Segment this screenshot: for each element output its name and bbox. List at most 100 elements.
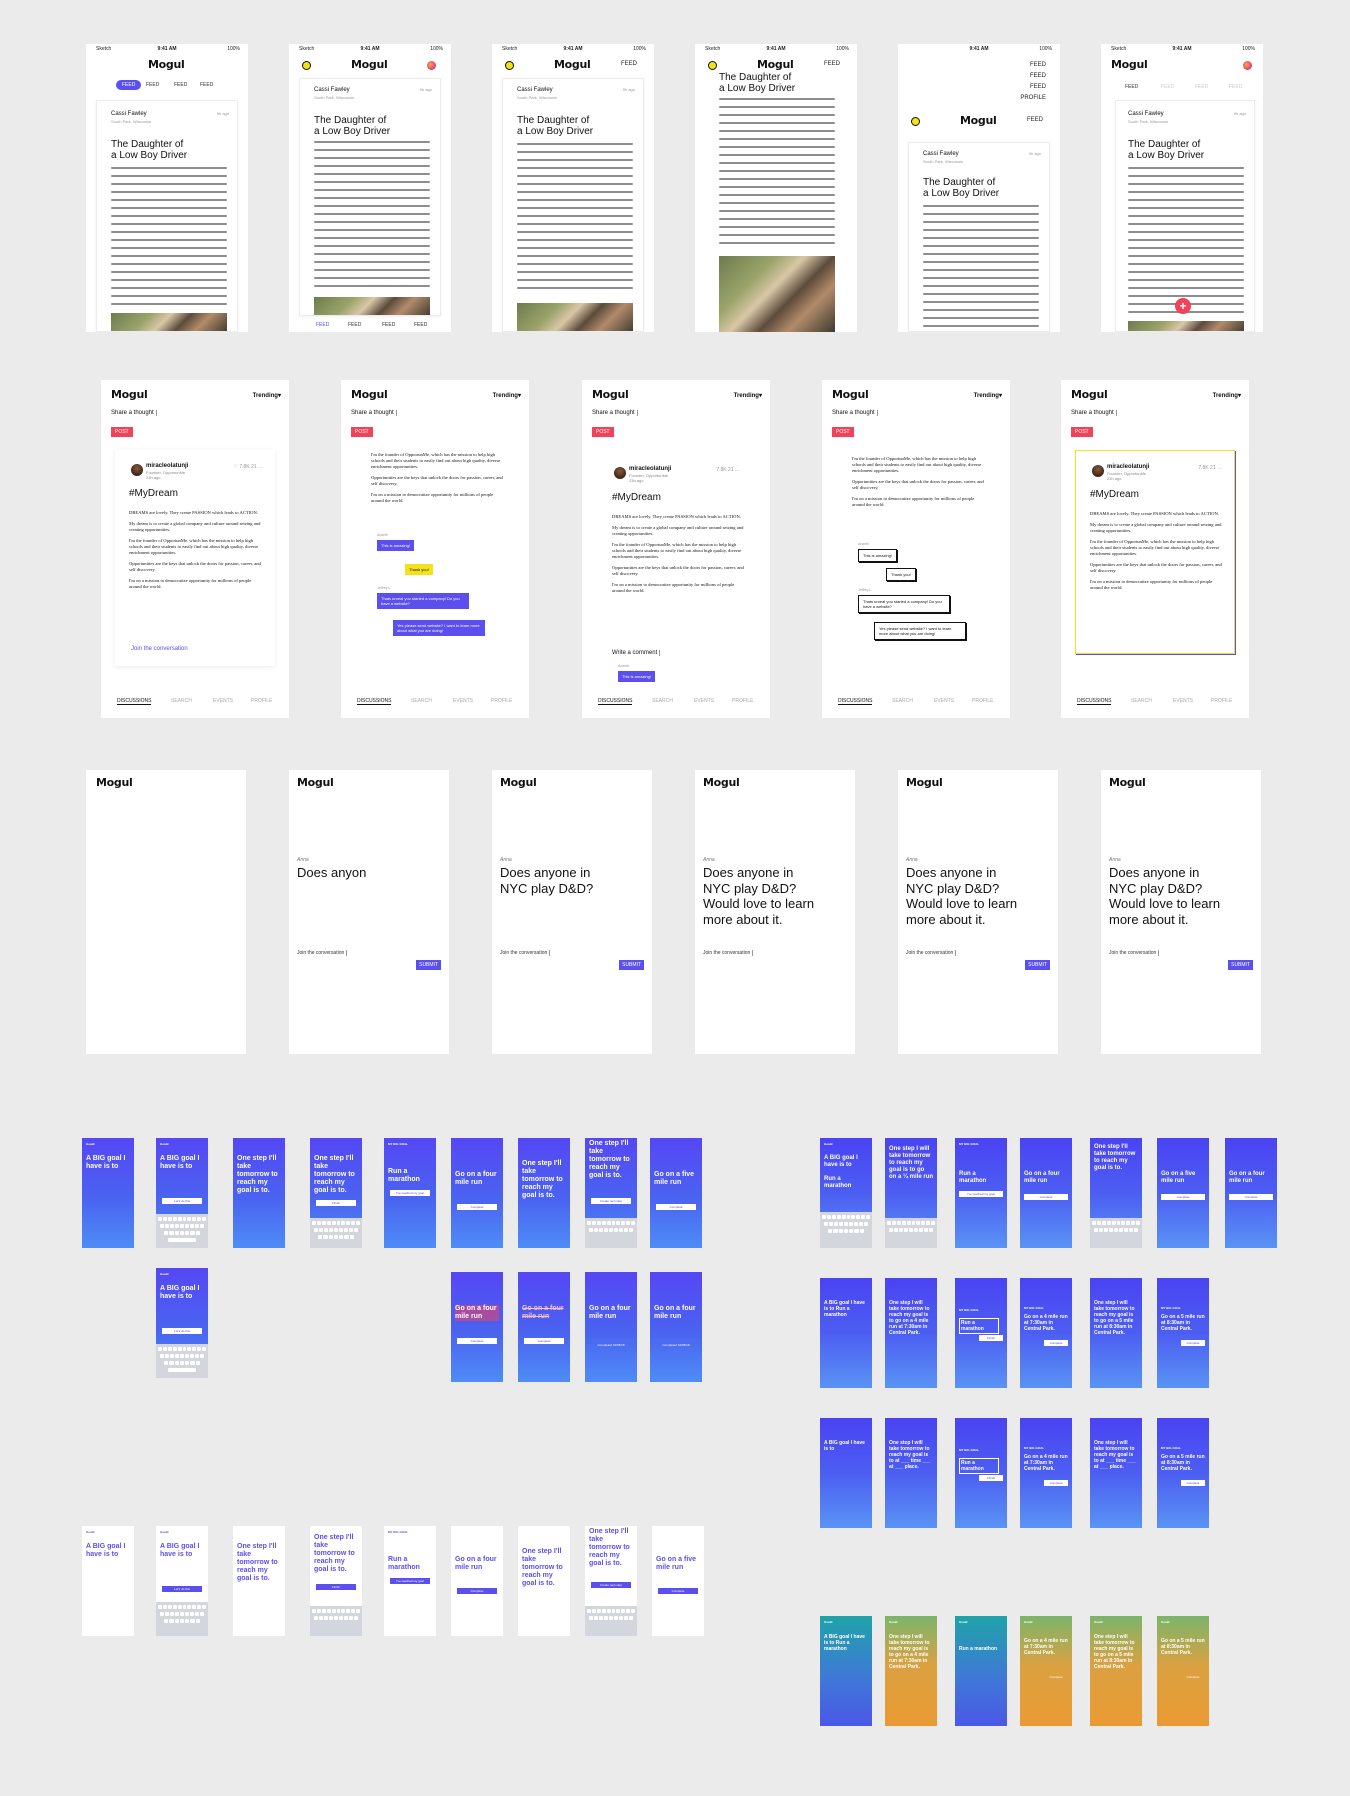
nav-search[interactable]: SEARCH: [652, 698, 673, 704]
finish-button[interactable]: Finish: [316, 1584, 356, 1590]
feed-tab[interactable]: FEED: [1125, 84, 1138, 90]
trending-dropdown[interactable]: Trending▾: [253, 392, 281, 399]
post-button[interactable]: POST: [1071, 427, 1093, 437]
keyboard[interactable]: [156, 1344, 208, 1378]
submit-button[interactable]: SUBMIT: [619, 960, 644, 970]
profile-avatar[interactable]: [1243, 61, 1252, 70]
complete-button[interactable]: Complete: [524, 1338, 564, 1344]
join-conversation-input[interactable]: Join the conversation: [703, 950, 754, 956]
share-thought-input[interactable]: Share a thought: [351, 410, 397, 416]
post-button[interactable]: POST: [832, 427, 854, 437]
nav-profile[interactable]: PROFILE: [491, 698, 512, 704]
lets-do-this-button[interactable]: Let's do this: [162, 1198, 202, 1204]
nav-search[interactable]: SEARCH: [171, 698, 192, 704]
story-card[interactable]: Cassi Fawley South Park, Wisconsin 9h ag…: [299, 78, 441, 316]
nav-discussions[interactable]: DISCUSSIONS: [117, 698, 152, 705]
nav-profile[interactable]: PROFILE: [1211, 698, 1232, 704]
menu-icon[interactable]: [302, 61, 311, 70]
story-card[interactable]: Cassi Fawley South Park, Wisconsin 9h ag…: [908, 142, 1050, 332]
join-conversation-input[interactable]: Join the conversation: [297, 950, 348, 956]
complete-button[interactable]: Complete: [1229, 1194, 1273, 1200]
fill-blank-text[interactable]: at ___ time ___ at ___ place.: [1094, 1458, 1136, 1470]
menu-feed[interactable]: FEED: [1030, 73, 1046, 79]
nav-profile[interactable]: PROFILE: [972, 698, 993, 704]
feed-tab[interactable]: FEED: [1161, 84, 1174, 90]
nav-events[interactable]: EVENTS: [1173, 698, 1193, 704]
nav-search[interactable]: SEARCH: [892, 698, 913, 704]
nav-events[interactable]: EVENTS: [213, 698, 233, 704]
feed-tab[interactable]: FEED: [200, 82, 213, 88]
write-comment-input[interactable]: Write a comment: [612, 650, 661, 656]
trending-dropdown[interactable]: Trending▾: [1213, 392, 1241, 399]
share-thought-input[interactable]: Share a thought: [1071, 410, 1117, 416]
feed-link[interactable]: FEED: [1027, 117, 1043, 123]
feed-link[interactable]: FEED: [824, 61, 840, 67]
keyboard[interactable]: [820, 1212, 872, 1248]
finish-button[interactable]: Finish: [316, 1200, 356, 1206]
nav-profile[interactable]: PROFILE: [732, 698, 753, 704]
keyboard[interactable]: [1090, 1218, 1142, 1248]
nav-discussions[interactable]: DISCUSSIONS: [838, 698, 873, 705]
question-text[interactable]: Does anyon: [297, 865, 366, 881]
complete-button[interactable]: Complete: [1181, 1674, 1205, 1680]
join-conversation-link[interactable]: Join the conversation: [131, 646, 188, 652]
discussion-card-highlighted[interactable]: miracleolatunji Founder, OpportunMe 23h …: [1075, 450, 1235, 654]
complete-button[interactable]: Complete: [1181, 1340, 1205, 1346]
feed-tab-active[interactable]: FEED: [116, 80, 142, 90]
bottom-nav-feed[interactable]: FEED: [348, 322, 361, 328]
keyboard[interactable]: [885, 1218, 937, 1248]
bottom-nav-feed[interactable]: FEED: [414, 322, 427, 328]
nav-events[interactable]: EVENTS: [934, 698, 954, 704]
reached-goal-button[interactable]: I've reached my goal: [390, 1190, 430, 1196]
create-step-button[interactable]: Create next step: [591, 1582, 631, 1588]
nav-discussions[interactable]: DISCUSSIONS: [357, 698, 392, 705]
lets-do-this-button[interactable]: Let's do this: [162, 1328, 202, 1334]
discussion-card[interactable]: miracleolatunji Founder, OpportunMe 23h …: [115, 450, 275, 666]
complete-button[interactable]: Complete: [457, 1204, 497, 1210]
trending-dropdown[interactable]: Trending▾: [734, 392, 762, 399]
story-card[interactable]: Cassi Fawley South Park, Wisconsin 9h ag…: [1115, 100, 1255, 332]
join-conversation-input[interactable]: Join the conversation: [906, 950, 957, 956]
keyboard[interactable]: [156, 1214, 208, 1248]
nav-discussions[interactable]: DISCUSSIONS: [598, 698, 633, 705]
nav-discussions[interactable]: DISCUSSIONS: [1077, 698, 1112, 705]
complete-button[interactable]: Complete: [457, 1338, 497, 1344]
story-card[interactable]: Cassi Fawley South Park, Wisconsin 9h ag…: [96, 100, 238, 332]
nav-events[interactable]: EVENTS: [453, 698, 473, 704]
complete-button[interactable]: Complete: [457, 1588, 497, 1594]
question-text[interactable]: Does anyone in NYC play D&D?: [500, 865, 593, 896]
complete-button[interactable]: Complete: [658, 1588, 698, 1594]
trending-dropdown[interactable]: Trending▾: [493, 392, 521, 399]
question-text[interactable]: Does anyone in NYC play D&D? Would love …: [906, 865, 1017, 927]
feed-link[interactable]: FEED: [621, 61, 637, 67]
join-conversation-input[interactable]: Join the conversation: [500, 950, 551, 956]
keyboard[interactable]: [585, 1606, 637, 1636]
complete-button[interactable]: Complete: [1024, 1194, 1068, 1200]
nav-search[interactable]: SEARCH: [1131, 698, 1152, 704]
question-text[interactable]: Does anyone in NYC play D&D? Would love …: [1109, 865, 1220, 927]
story-card[interactable]: Cassi Fawley South Park, Wisconsin 9h ag…: [502, 78, 644, 332]
share-thought-input[interactable]: Share a thought: [111, 410, 157, 416]
reached-goal-button[interactable]: Finish: [979, 1475, 1003, 1481]
menu-profile[interactable]: PROFILE: [1020, 95, 1046, 101]
keyboard[interactable]: [156, 1602, 208, 1636]
submit-button[interactable]: SUBMIT: [1025, 960, 1050, 970]
feed-tab[interactable]: FEED: [1195, 84, 1208, 90]
join-conversation-input[interactable]: Join the conversation: [1109, 950, 1160, 956]
complete-button[interactable]: Complete: [1044, 1480, 1068, 1486]
keyboard[interactable]: [310, 1218, 362, 1248]
complete-button[interactable]: Complete: [656, 1204, 696, 1210]
bottom-nav-feed[interactable]: FEED: [316, 322, 329, 328]
lets-do-this-button[interactable]: Let's do this: [162, 1586, 202, 1592]
keyboard[interactable]: [585, 1218, 637, 1248]
share-thought-input[interactable]: Share a thought: [832, 410, 878, 416]
reached-goal-button[interactable]: I've reached my goal: [959, 1191, 1003, 1197]
feed-tab[interactable]: FEED: [174, 82, 187, 88]
nav-profile[interactable]: PROFILE: [251, 698, 272, 704]
post-button[interactable]: POST: [592, 427, 614, 437]
reached-goal-button[interactable]: Finish: [979, 1335, 1003, 1341]
post-button[interactable]: POST: [111, 427, 133, 437]
trending-dropdown[interactable]: Trending▾: [974, 392, 1002, 399]
complete-button[interactable]: Complete: [1181, 1480, 1205, 1486]
question-text[interactable]: Does anyone in NYC play D&D? Would love …: [703, 865, 814, 927]
